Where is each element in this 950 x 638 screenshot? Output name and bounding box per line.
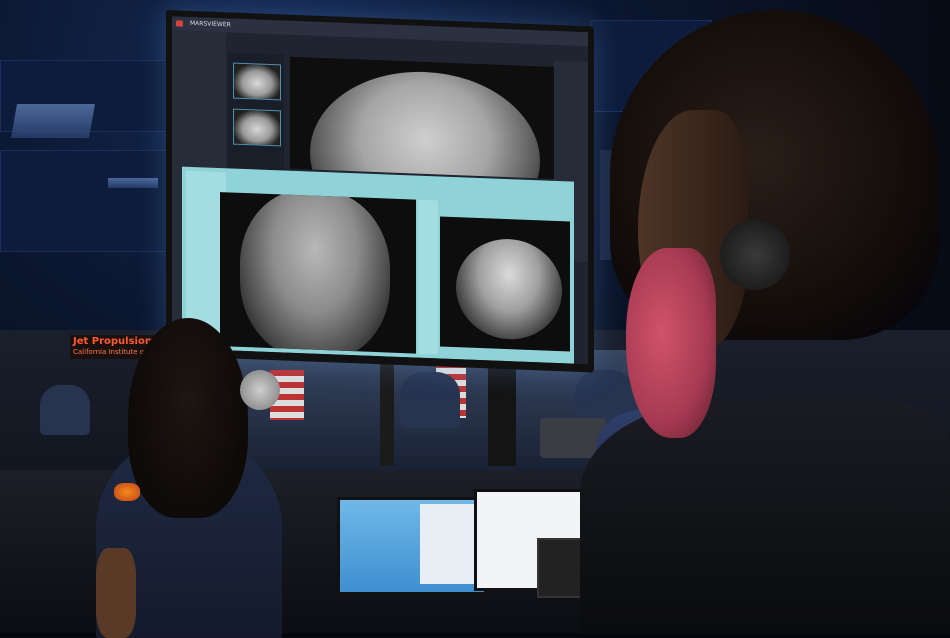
monitor-stand bbox=[380, 356, 394, 466]
mars-terrain-image bbox=[456, 237, 562, 342]
ceiling-panel bbox=[0, 150, 167, 252]
headset-icon bbox=[720, 220, 790, 290]
app-name: MARSVIEWER bbox=[190, 19, 231, 29]
engineer-shirt bbox=[580, 400, 950, 633]
background-person bbox=[400, 372, 460, 428]
rear-hazcam-image bbox=[440, 216, 570, 352]
engineer-left bbox=[96, 318, 282, 638]
headset-icon bbox=[240, 370, 280, 410]
main-image bbox=[290, 56, 568, 180]
app-title-bar: MARSVIEWER bbox=[172, 16, 588, 47]
dialog-divider-panel bbox=[418, 199, 438, 355]
desk-monitor bbox=[337, 497, 487, 595]
app-logo-icon bbox=[176, 20, 183, 27]
face-mask bbox=[626, 248, 716, 438]
monitor-screen: MARSVIEWER bbox=[172, 16, 588, 365]
thumbnail bbox=[233, 108, 281, 147]
thumbnail bbox=[233, 62, 281, 101]
ceiling-light bbox=[108, 178, 158, 188]
mars-terrain-image bbox=[310, 67, 540, 180]
filmstrip bbox=[228, 52, 284, 175]
monitor-stand bbox=[488, 356, 516, 466]
engineer-right bbox=[560, 0, 950, 633]
background-person bbox=[40, 385, 90, 435]
ceiling-light bbox=[11, 104, 95, 138]
engineer-arm bbox=[96, 548, 136, 638]
engineer-hair bbox=[128, 318, 248, 518]
document-window bbox=[420, 504, 480, 584]
control-room-scene: Jet Propulsion L California Institute o … bbox=[0, 0, 950, 638]
mission-logo bbox=[114, 483, 140, 501]
